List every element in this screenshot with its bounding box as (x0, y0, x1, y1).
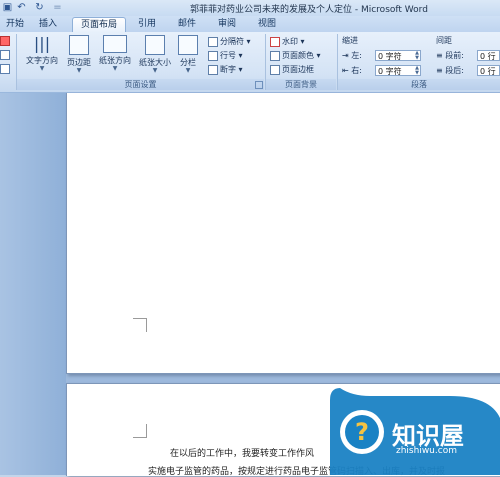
paragraph-group-label: 段落 (338, 79, 500, 90)
indent-right-icon: ⇤ (342, 66, 349, 75)
ribbon-tabs: 开始 插入 页面布局 引用 邮件 审阅 视图 (0, 16, 500, 33)
spacing-before-icon: ≡ (436, 51, 443, 60)
columns-button[interactable]: 分栏 ▼ (176, 35, 200, 77)
spacing-after-spinner[interactable]: 0 行 (477, 65, 500, 76)
themes-group-partial (0, 36, 10, 76)
tab-review[interactable]: 审阅 (212, 17, 242, 32)
margins-button[interactable]: 页边距 ▼ (64, 35, 94, 77)
spacing-after-icon: ≡ (436, 66, 443, 75)
dropdown-arrow-icon: ▼ (76, 67, 82, 74)
page-setup-group-label: 页面设置 (17, 79, 264, 90)
document-page-1[interactable] (66, 93, 500, 374)
redo-icon[interactable]: ↻ (34, 2, 45, 13)
page-color-button[interactable]: 页面颜色 ▾ (270, 50, 321, 61)
line-numbers-icon (208, 50, 218, 61)
tab-mailings[interactable]: 邮件 (172, 17, 202, 32)
margins-icon (69, 35, 89, 55)
spacing-before-label: 段前: (445, 51, 464, 60)
spacing-heading: 间距 (436, 36, 452, 45)
tab-page-layout[interactable]: 页面布局 (72, 17, 126, 33)
indent-right-row: ⇤ 右: (342, 65, 362, 76)
dropdown-arrow-icon: ▼ (185, 67, 191, 74)
theme-fonts-icon[interactable] (0, 50, 10, 60)
indent-left-icon: ⇥ (342, 51, 349, 60)
text-direction-icon: ||| (33, 34, 51, 53)
orientation-button[interactable]: 纸张方向 ▼ (96, 35, 134, 77)
spinner-arrows-icon[interactable]: ▲ ▼ (415, 66, 419, 76)
spacing-after-row: ≡ 段后: (436, 65, 464, 76)
page-borders-label: 页面边框 (282, 65, 314, 74)
page-corner-mark (133, 424, 147, 438)
paper-size-icon (145, 35, 165, 55)
spacing-before-spinner[interactable]: 0 行 (477, 50, 500, 61)
hyphenation-button[interactable]: 断字 ▾ (208, 64, 243, 75)
qat-customize-icon[interactable]: = (52, 2, 63, 13)
line-numbers-button[interactable]: 行号 ▾ (208, 50, 243, 61)
indent-left-label: 左: (351, 51, 362, 60)
indent-right-spinner[interactable]: 0 字符 ▲ ▼ (375, 65, 421, 76)
watermark-label: 水印 (282, 37, 298, 46)
indent-right-value: 0 字符 (378, 67, 402, 76)
hyphenation-icon (208, 64, 218, 75)
watermark-button[interactable]: 水印 ▾ (270, 36, 305, 47)
indent-left-value: 0 字符 (378, 52, 402, 61)
size-button[interactable]: 纸张大小 ▼ (136, 35, 174, 77)
breaks-label: 分隔符 (220, 37, 244, 46)
spacing-before-row: ≡ 段前: (436, 50, 464, 61)
page-color-icon (270, 50, 280, 61)
breaks-icon (208, 36, 218, 47)
spacing-after-value: 0 行 (480, 67, 496, 76)
page-background-group-label: 页面背景 (266, 79, 336, 90)
document-text-line[interactable]: 在以后的工作中，我要转变工作作风 (170, 446, 314, 459)
logo-url: zhishiwu.com (396, 446, 457, 456)
workspace-left-shade (0, 93, 66, 475)
indent-heading: 缩进 (342, 36, 358, 45)
breaks-button[interactable]: 分隔符 ▾ (208, 36, 251, 47)
page-borders-icon (270, 64, 280, 75)
page-color-label: 页面颜色 (282, 51, 314, 60)
indent-left-row: ⇥ 左: (342, 50, 362, 61)
tab-view[interactable]: 视图 (252, 17, 282, 32)
tab-references[interactable]: 引用 (132, 17, 162, 32)
themes-icon[interactable] (0, 36, 10, 46)
window-title: 郭菲菲对药业公司未来的发展及个人定位 - Microsoft Word (190, 5, 428, 15)
spinner-arrows-icon[interactable]: ▲ ▼ (415, 51, 419, 61)
tab-insert[interactable]: 插入 (32, 17, 64, 32)
orientation-icon (103, 35, 127, 53)
dropdown-arrow-icon: ▼ (39, 65, 45, 72)
text-direction-button[interactable]: ||| 文字方向 ▼ (20, 35, 64, 77)
page-setup-launcher-icon[interactable] (255, 81, 263, 89)
page-corner-mark (133, 318, 147, 332)
spacing-before-value: 0 行 (480, 52, 496, 61)
page-borders-button[interactable]: 页面边框 (270, 64, 314, 75)
ribbon: ||| 文字方向 ▼ 页边距 ▼ 纸张方向 ▼ 纸张大小 ▼ 分栏 ▼ 分隔符 … (0, 32, 500, 93)
indent-left-spinner[interactable]: 0 字符 ▲ ▼ (375, 50, 421, 61)
word-icon[interactable]: ▣ (2, 2, 13, 13)
svg-text:?: ? (355, 418, 369, 446)
title-bar: ▣ ↶ ↻ = 郭菲菲对药业公司未来的发展及个人定位 - Microsoft W… (0, 0, 500, 17)
site-logo: ? 知识屋 zhishiwu.com (330, 388, 500, 475)
hyphenation-label: 断字 (220, 65, 236, 74)
dropdown-arrow-icon: ▼ (152, 67, 158, 74)
tab-home[interactable]: 开始 (0, 17, 30, 32)
theme-effects-icon[interactable] (0, 64, 10, 74)
dropdown-arrow-icon: ▼ (112, 65, 118, 72)
watermark-icon (270, 36, 280, 47)
line-numbers-label: 行号 (220, 51, 236, 60)
columns-icon (178, 35, 198, 55)
spacing-after-label: 段后: (445, 66, 464, 75)
undo-icon[interactable]: ↶ (16, 2, 27, 13)
indent-right-label: 右: (351, 66, 362, 75)
